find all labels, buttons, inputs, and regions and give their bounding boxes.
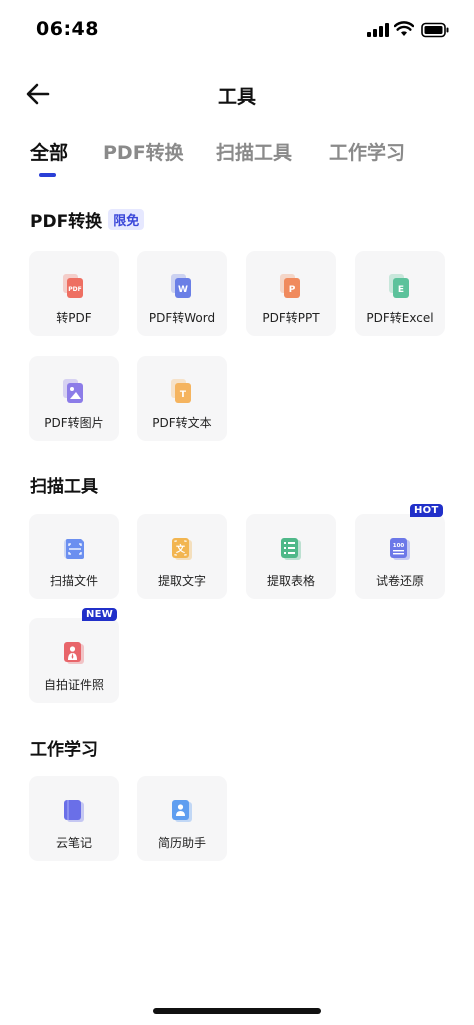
excel-doc-icon: E <box>389 274 409 298</box>
tab-all[interactable]: 全部 <box>30 138 68 165</box>
tool-card-pdf-to-excel[interactable]: E PDF转Excel <box>355 251 445 336</box>
status-time: 06:48 <box>36 18 99 40</box>
section-title-pdf: PDF转换 限免 <box>30 207 145 232</box>
tool-card-pdf-to-text[interactable]: T PDF转文本 <box>137 356 227 441</box>
text-doc-icon: T <box>171 379 191 403</box>
tool-label: 云笔记 <box>55 836 92 850</box>
scan-file-icon <box>64 539 84 559</box>
tool-label: 自拍证件照 <box>43 678 104 692</box>
wifi-icon <box>394 21 414 36</box>
tool-card-resume[interactable]: 简历助手 <box>137 776 227 861</box>
image-doc-icon <box>63 379 83 403</box>
ppt-doc-icon: P <box>280 274 300 298</box>
cloud-note-icon <box>64 800 84 822</box>
tool-card-extract-table[interactable]: 提取表格 <box>246 514 336 599</box>
section-title-text: PDF转换 <box>30 212 103 232</box>
category-tabs: 全部 PDF转换 扫描工具 工作学习 <box>0 138 474 184</box>
pdf-doc-icon: PDF <box>63 274 83 298</box>
svg-text:PDF: PDF <box>68 286 81 293</box>
tool-card-id-photo[interactable]: NEW 自拍证件照 <box>29 608 119 703</box>
tab-scan-tools[interactable]: 扫描工具 <box>216 138 292 165</box>
page-title: 工具 <box>217 86 256 108</box>
battery-icon <box>421 22 449 38</box>
extract-table-icon <box>281 538 301 560</box>
tool-card-pdf-to-image[interactable]: PDF转图片 <box>29 356 119 441</box>
tool-card-cloud-note[interactable]: 云笔记 <box>29 776 119 861</box>
nav-bar: 工具 <box>0 66 474 122</box>
tool-card-exam-restore[interactable]: HOT 100 试卷还原 <box>355 504 445 599</box>
free-badge: 限免 <box>108 209 145 230</box>
section-title-scan: 扫描工具 <box>30 477 98 497</box>
resume-icon <box>172 800 192 822</box>
tool-label: 提取表格 <box>266 574 315 588</box>
tool-label: 试卷还原 <box>375 574 424 588</box>
svg-text:文: 文 <box>175 543 186 555</box>
tool-card-pdf-to-ppt[interactable]: P PDF转PPT <box>246 251 336 336</box>
tool-card-scan-file[interactable]: 扫描文件 <box>29 514 119 599</box>
signal-icon <box>367 23 389 37</box>
tool-label: 简历助手 <box>157 836 206 850</box>
tool-label: PDF转PPT <box>262 311 320 325</box>
section-title-work: 工作学习 <box>30 740 98 760</box>
home-indicator[interactable] <box>153 1008 321 1014</box>
svg-text:100: 100 <box>393 543 405 549</box>
extract-text-icon: 文 <box>172 538 192 560</box>
svg-text:E: E <box>398 285 404 295</box>
svg-text:W: W <box>178 285 188 295</box>
tool-label: 提取文字 <box>157 574 206 588</box>
id-photo-icon <box>64 642 84 664</box>
status-bar: 06:48 <box>0 0 474 60</box>
tool-label: PDF转文本 <box>152 416 212 430</box>
tool-label: 转PDF <box>56 311 92 325</box>
tool-label: PDF转图片 <box>44 416 104 430</box>
tool-card-pdf-to-word[interactable]: W PDF转Word <box>137 251 227 336</box>
tool-label: PDF转Excel <box>366 311 434 325</box>
svg-text:P: P <box>289 285 296 295</box>
hot-tag: HOT <box>410 504 443 517</box>
tab-work-study[interactable]: 工作学习 <box>329 138 405 165</box>
tab-pdf-convert[interactable]: PDF转换 <box>103 138 184 165</box>
tool-label: 扫描文件 <box>49 574 98 588</box>
tool-card-to-pdf[interactable]: PDF 转PDF <box>29 251 119 336</box>
new-tag: NEW <box>82 608 118 621</box>
word-doc-icon: W <box>171 274 191 298</box>
svg-text:T: T <box>180 390 187 400</box>
tool-card-extract-text[interactable]: 文 提取文字 <box>137 514 227 599</box>
exam-restore-icon: 100 <box>390 538 410 560</box>
tool-label: PDF转Word <box>148 311 216 325</box>
tab-active-indicator <box>39 173 56 177</box>
